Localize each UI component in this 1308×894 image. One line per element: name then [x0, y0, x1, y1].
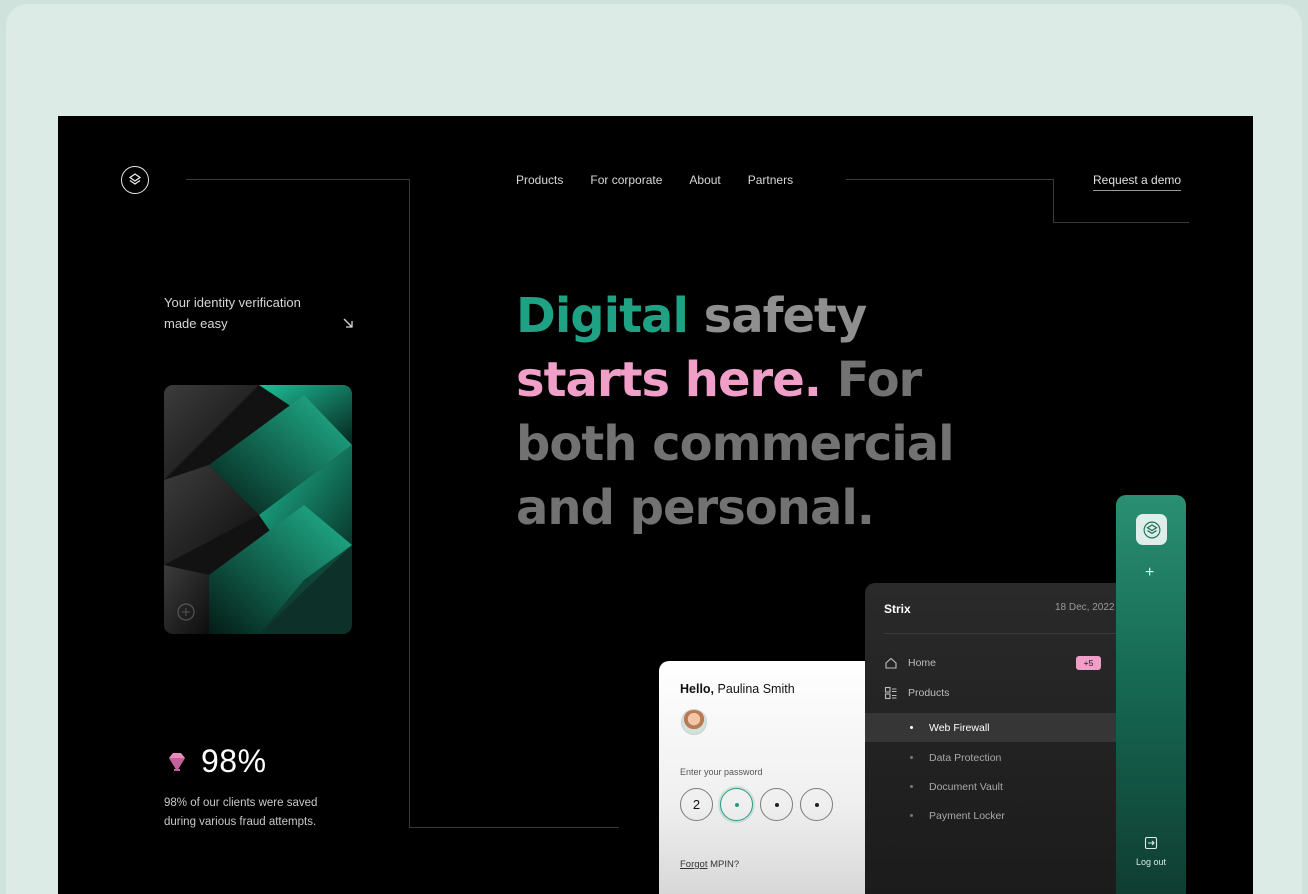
divider-vertical-left — [409, 179, 410, 828]
submenu-label: Payment Locker — [929, 809, 1005, 822]
tagline-line1: Your identity verification — [164, 295, 301, 310]
divider-bottom-left — [409, 827, 619, 828]
avatar — [681, 709, 707, 735]
nav-item-about[interactable]: About — [689, 173, 720, 187]
headline-line1: Digital safety — [516, 284, 976, 348]
submenu-label: Document Vault — [929, 780, 1003, 793]
bullet — [910, 726, 913, 729]
app-sidebar-rail: + Log out — [1116, 495, 1186, 894]
logout-icon[interactable] — [1144, 836, 1158, 850]
pin-dot — [814, 802, 819, 807]
dashboard-date: 18 Dec, 2022 — [1055, 602, 1115, 613]
layers-icon — [1143, 521, 1160, 538]
divider-top-left — [186, 179, 410, 180]
arrow-down-right-icon[interactable] — [341, 316, 355, 330]
headline-line4: and personal. — [516, 480, 875, 536]
headline-line3: both commercial — [516, 416, 955, 472]
pin-input-group: 2 — [680, 788, 833, 821]
grid-icon — [884, 686, 897, 700]
add-icon[interactable]: + — [1145, 564, 1154, 582]
submenu-item-payment-locker[interactable]: Payment Locker — [865, 801, 1127, 830]
submenu-item-web-firewall[interactable]: Web Firewall — [865, 713, 1127, 742]
dashboard-brand: Strix — [884, 602, 911, 616]
bullet — [910, 785, 913, 788]
notification-badge: +5 — [1076, 656, 1101, 670]
bullet — [910, 756, 913, 759]
pin-dot — [774, 802, 779, 807]
forgot-link[interactable]: Forgot — [680, 859, 707, 870]
submenu-label: Web Firewall — [929, 721, 990, 734]
website-preview: Products For corporate About Partners Re… — [58, 116, 1253, 894]
divider-top-right — [846, 179, 1054, 180]
divider-bottom-right — [1053, 222, 1189, 223]
headline-safety: safety — [703, 288, 868, 344]
submenu-label: Data Protection — [929, 751, 1002, 764]
greeting-hello: Hello, — [680, 682, 715, 696]
diamond-icon — [169, 753, 185, 771]
stat-desc-line2: during various fraud attempts. — [164, 816, 317, 828]
request-demo-link[interactable]: Request a demo — [1093, 173, 1182, 191]
stat-desc-line1: 98% of our clients were saved — [164, 797, 318, 809]
bullet — [910, 814, 913, 817]
dashboard-divider — [884, 633, 1127, 634]
pin-digit-1[interactable]: 2 — [680, 788, 713, 821]
login-panel: Hello, Paulina Smith Enter your password… — [659, 661, 874, 894]
greeting: Hello, Paulina Smith — [680, 682, 795, 696]
pin-digit-2[interactable] — [720, 788, 753, 821]
headline-pink: starts here. — [516, 352, 822, 408]
logout-label[interactable]: Log out — [1116, 857, 1186, 867]
identity-card-graphic — [164, 385, 352, 634]
pin-dot — [734, 802, 739, 807]
menu-label-products: Products — [908, 687, 950, 699]
menu-item-products[interactable]: Products — [884, 686, 949, 700]
tagline: Your identity verification made easy — [164, 292, 354, 334]
stat-description: 98% of our clients were saved during var… — [164, 794, 364, 832]
brand-logo-icon[interactable] — [121, 166, 149, 194]
greeting-name: Paulina Smith — [717, 682, 795, 696]
hero-headline: Digital safety starts here. For both com… — [516, 284, 976, 540]
forgot-mpin: Forgot MPIN? — [680, 859, 739, 870]
divider-vertical-right — [1053, 179, 1054, 223]
tagline-line2: made easy — [164, 316, 228, 331]
submenu-item-data-protection[interactable]: Data Protection — [865, 743, 1127, 772]
stat-value: 98% — [201, 743, 267, 779]
nav-item-products[interactable]: Products — [516, 173, 563, 187]
layers-icon — [128, 173, 142, 185]
menu-item-home[interactable]: Home — [884, 656, 936, 670]
forgot-rest: MPIN? — [710, 859, 740, 870]
card-pattern — [164, 385, 352, 634]
submenu-item-document-vault[interactable]: Document Vault — [865, 772, 1127, 801]
home-icon — [885, 657, 897, 669]
pin-digit-3[interactable] — [760, 788, 793, 821]
headline-for: For — [836, 352, 922, 408]
rail-logo-button[interactable] — [1136, 514, 1167, 545]
pin-digit-4[interactable] — [800, 788, 833, 821]
password-label: Enter your password — [680, 767, 763, 777]
chip-icon — [177, 603, 195, 621]
menu-label-home: Home — [908, 657, 937, 669]
headline-green: Digital — [516, 288, 689, 344]
nav-item-for-corporate[interactable]: For corporate — [590, 173, 662, 187]
nav-item-partners[interactable]: Partners — [748, 173, 793, 187]
headline-line2: starts here. For — [516, 348, 976, 412]
main-nav: Products For corporate About Partners — [516, 173, 793, 187]
